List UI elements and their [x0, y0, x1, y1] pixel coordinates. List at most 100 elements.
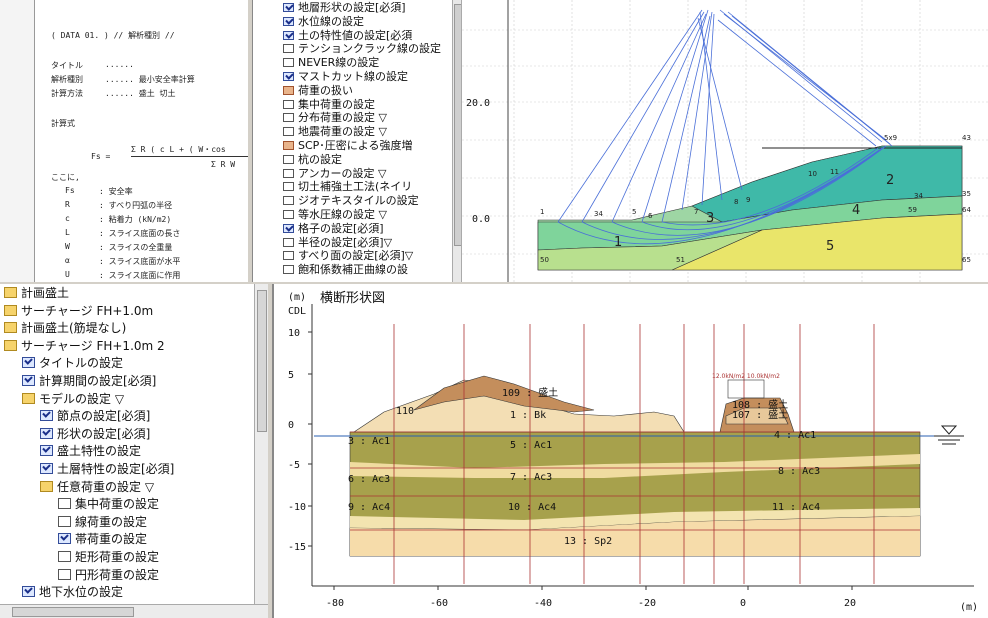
project-tree-item[interactable]: 地下水位の設定 — [22, 583, 123, 601]
where-label: ここに, — [51, 173, 80, 182]
scrollbar-thumb[interactable] — [454, 4, 461, 246]
tree-item[interactable]: 半径の設定[必須]▽ — [283, 235, 392, 250]
project-tree-label: 計算期間の設定[必須] — [39, 374, 157, 388]
node-label: 43 — [962, 134, 971, 142]
folder-icon — [4, 322, 17, 334]
formula-lhs: Fs = — [91, 152, 111, 161]
project-tree-item[interactable]: モデルの設定 ▽ — [22, 390, 124, 408]
project-tree-label: 地下水位の設定 — [39, 585, 124, 600]
tree-item[interactable]: 水位線の設定 — [283, 14, 364, 29]
tree-item[interactable]: 格子の設定[必須] — [283, 221, 384, 236]
project-tree-item[interactable]: サーチャージ FH+1.0m — [4, 302, 153, 320]
tree-item[interactable]: マストカット線の設定 — [283, 69, 408, 84]
tree-item[interactable]: 切土補強土工法(ネイリ — [283, 179, 412, 194]
scrollbar-thumb[interactable] — [257, 290, 267, 432]
checked-item-icon — [283, 3, 294, 12]
report-header: ( DATA 01. ) // 解析種別 // — [51, 31, 175, 40]
tree-top-scrollbar[interactable] — [452, 0, 462, 282]
node-label: 50 — [540, 256, 549, 264]
tree-item[interactable]: すべり面の設定[必須]▽ — [283, 248, 413, 263]
tree-item[interactable]: 飽和係数補正曲線の設 — [283, 262, 408, 277]
project-tree-label: モデルの設定 ▽ — [39, 391, 125, 406]
tree-item[interactable]: 土の特性値の設定[必須 — [283, 28, 412, 43]
layer-label: 4 — [852, 203, 860, 218]
tree-item[interactable]: NEVER線の設定 — [283, 55, 379, 70]
symbol: c — [65, 214, 70, 223]
label-ac3-left: 6 : Ac3 — [348, 474, 390, 485]
tree-item[interactable]: 分布荷重の設定 ▽ — [283, 110, 387, 125]
project-tree[interactable]: 計画盛土 サーチャージ FH+1.0m 計画盛土(筋堤なし) サーチャージ FH+1.… — [0, 284, 254, 604]
project-tree-item[interactable]: サーチャージ FH+1.0m 2 — [4, 337, 165, 355]
item-icon — [283, 127, 294, 137]
slip-circle-plot[interactable]: 20.0 0.0 1 34 5 6 7 8 9 10 11 34 35 59 64 65 50 51 43 5x9… — [462, 0, 988, 282]
tree-item-label: 水位線の設定 — [298, 14, 364, 28]
label-ac4-right: 11 : Ac4 — [772, 502, 820, 513]
item-icon — [58, 568, 71, 580]
report-row-value: ...... 盛土 切土 — [105, 89, 176, 98]
tree-item[interactable]: ジオテキスタイルの設定 — [283, 193, 419, 208]
item-icon — [283, 58, 294, 68]
node-label: 1 — [540, 208, 544, 216]
symbol-desc: : 安全率 — [99, 187, 133, 196]
tree-item[interactable]: アンカーの設定 ▽ — [283, 166, 387, 181]
item-icon — [58, 515, 71, 527]
checked-item-icon — [283, 16, 294, 26]
symbol-desc: : スライスの全重量 — [99, 243, 173, 252]
tree-item[interactable]: 等水圧線の設定 ▽ — [283, 207, 387, 222]
layer-label: 2 — [886, 173, 894, 188]
tree-item[interactable]: 地層形状の設定[必須] — [283, 0, 406, 15]
project-tree-label: 線荷重の設定 — [75, 514, 148, 529]
y-unit-label: (m) — [288, 292, 306, 303]
node-label: 34 — [914, 192, 923, 200]
project-tree-hscrollbar[interactable] — [0, 604, 268, 618]
report-row-key: タイトル — [51, 61, 83, 70]
project-tree-item[interactable]: 矩形荷重の設定 — [58, 548, 159, 566]
report-page: ( DATA 01. ) // 解析種別 // タイトル ...... 解析種別… — [34, 0, 248, 282]
project-tree-item[interactable]: 任意荷重の設定 ▽ — [40, 478, 154, 496]
cross-section-view[interactable]: (m) CDL 横断形状図 10 5 0 -5 -10 -15 -80 -60 -40 -20 0 2… — [272, 284, 988, 618]
item-icon — [283, 251, 294, 261]
tree-item[interactable]: 地震荷重の設定 ▽ — [283, 124, 387, 139]
project-tree-item[interactable]: 集中荷重の設定 — [58, 495, 159, 513]
project-tree-label: タイトルの設定 — [39, 356, 124, 371]
tree-item-label: NEVER線の設定 — [298, 56, 380, 70]
item-icon — [283, 182, 294, 192]
project-tree-item[interactable]: 計画盛土 — [4, 284, 69, 302]
project-tree-item[interactable]: 計算期間の設定[必須] — [22, 372, 156, 390]
project-tree-vscrollbar[interactable] — [254, 284, 268, 604]
node-label: 34 — [594, 210, 603, 218]
project-tree-item[interactable]: 線荷重の設定 — [58, 513, 147, 531]
tree-item-label: 地層形状の設定[必須] — [298, 1, 406, 14]
tree-item[interactable]: 集中荷重の設定 — [283, 97, 375, 112]
tree-item-label: 切土補強土工法(ネイリ — [298, 180, 413, 194]
label-ac4-left: 9 : Ac4 — [348, 502, 390, 513]
tree-item[interactable]: SCP･圧密による強度増 — [283, 138, 412, 153]
scrollbar-thumb[interactable] — [12, 607, 134, 617]
checked-item-icon — [22, 375, 35, 386]
label-ac3-right: 8 : Ac3 — [778, 466, 820, 477]
project-tree-item[interactable]: タイトルの設定 — [22, 354, 123, 372]
settings-tree-top[interactable]: 地層形状の設定[必須] 水位線の設定 土の特性値の設定[必須 テンションクラック線の設… — [252, 0, 452, 282]
tree-item[interactable]: テンションクラック線の設定 — [283, 41, 441, 56]
project-tree-item[interactable]: 盛土特性の設定 — [40, 442, 141, 460]
project-tree-label: サーチャージ FH+1.0m — [21, 303, 154, 318]
report-row-key: 計算方法 — [51, 89, 83, 98]
project-tree-item[interactable]: 円形荷重の設定 — [58, 566, 159, 584]
checked-item-icon — [22, 357, 35, 369]
project-tree-label: 帯荷重の設定 — [75, 532, 148, 547]
label-ac1-right: 4 : Ac1 — [774, 430, 816, 441]
checked-item-icon — [40, 427, 53, 439]
formula-numerator: Σ R ( c L + ( W・cos — [131, 145, 226, 154]
project-tree-label: 盛土特性の設定 — [57, 444, 142, 459]
project-tree-item[interactable]: 土層特性の設定[必須] — [40, 460, 174, 478]
tree-item[interactable]: 杭の設定 — [283, 152, 342, 167]
symbol: α — [65, 256, 70, 265]
project-tree-item[interactable]: 節点の設定[必須] — [40, 407, 150, 425]
project-tree-item[interactable]: 形状の設定[必須] — [40, 425, 150, 443]
item-icon — [58, 498, 71, 510]
project-tree-item[interactable]: 帯荷重の設定 — [58, 530, 147, 548]
section-title: 横断形状図 — [320, 291, 385, 306]
tree-item[interactable]: 荷重の扱い — [283, 83, 353, 98]
tree-item-label: 飽和係数補正曲線の設 — [298, 263, 408, 277]
project-tree-item[interactable]: 計画盛土(筋堤なし) — [4, 319, 126, 337]
